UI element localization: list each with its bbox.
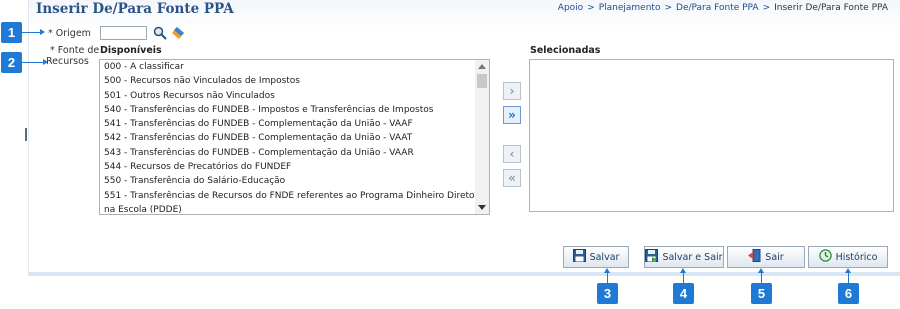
history-clock-icon [818,249,832,265]
breadcrumb-separator: > [587,3,595,13]
scrollbar-thumb[interactable] [477,74,487,88]
breadcrumb-link-de-para-fonte-ppa[interactable]: De/Para Fonte PPA [676,3,759,13]
origem-label: * Origem [48,28,91,39]
page-title: Inserir De/Para Fonte PPA [36,1,234,17]
breadcrumb: Apoio > Planejamento > De/Para Fonte PPA > Ins… [558,3,888,13]
history-button-label: Histórico [835,251,878,263]
breadcrumb-separator: > [762,3,771,13]
annotation-arrow-6 [848,272,849,283]
annotation-marker-2: 2 [1,52,22,73]
scroll-up-icon[interactable] [478,64,486,69]
save-and-exit-button-label: Salvar e Sair [662,251,723,263]
annotation-arrow-2 [22,62,45,63]
history-button[interactable]: Histórico [808,246,888,268]
floppy-disk-icon [572,249,586,265]
fonte-recursos-label: * Fonte de [50,45,100,56]
scroll-down-icon[interactable] [478,205,486,210]
remove-selected-button[interactable]: ‹ [503,145,521,163]
breadcrumb-link-planejamento[interactable]: Planejamento [599,3,661,13]
floppy-disk-exit-icon [645,249,659,265]
annotation-arrow-1 [22,32,41,33]
list-item[interactable]: 544 - Recursos de Precatórios do FUNDEF [104,160,478,174]
search-icon[interactable] [153,26,167,43]
available-list-title: Disponíveis [100,45,162,56]
annotation-marker-4: 4 [673,283,694,304]
list-item[interactable]: 000 - A classificar [104,60,478,74]
add-all-button[interactable]: » [503,106,521,124]
annotation-arrowhead-1 [40,29,45,35]
available-list-scrollbar[interactable] [475,60,489,214]
save-button-label: Salvar [589,251,620,263]
list-item[interactable]: 540 - Transferências do FUNDEB - Imposto… [104,103,478,117]
annotation-arrow-4 [683,272,684,283]
breadcrumb-link-apoio[interactable]: Apoio [558,3,583,13]
panel-edge-marker [25,128,27,141]
exit-button-label: Sair [765,251,784,263]
add-selected-button[interactable]: › [503,82,521,100]
annotation-marker-3: 3 [597,283,618,304]
list-item[interactable]: 500 - Recursos não Vinculados de Imposto… [104,74,478,88]
door-exit-icon [748,249,761,265]
annotation-arrow-5 [761,272,762,283]
list-item[interactable]: 501 - Outros Recursos não Vinculados [104,89,478,103]
available-list: 000 - A classificar 500 - Recursos não V… [100,60,478,214]
exit-button[interactable]: Sair [727,246,805,268]
breadcrumb-separator: > [664,3,673,13]
remove-all-button[interactable]: « [503,169,521,187]
save-and-exit-button[interactable]: Salvar e Sair [644,246,724,268]
origem-input[interactable] [100,26,147,40]
breadcrumb-current: Inserir De/Para Fonte PPA [774,3,888,13]
selected-list-title: Selecionadas [530,45,601,56]
annotation-marker-6: 6 [838,283,859,304]
annotation-arrow-3 [607,272,608,283]
list-item[interactable]: 542 - Transferências do FUNDEB - Complem… [104,131,478,145]
fonte-recursos-label-line2: Recursos [46,56,89,67]
list-item[interactable]: 550 - Transferência do Salário-Educação [104,174,478,188]
selected-listbox[interactable] [529,59,894,212]
annotation-marker-5: 5 [751,283,772,304]
save-button[interactable]: Salvar [563,246,629,268]
available-listbox[interactable]: 000 - A classificar 500 - Recursos não V… [99,59,490,215]
list-item[interactable]: 551 - Transferências de Recursos do FNDE… [104,189,478,214]
list-item[interactable]: 541 - Transferências do FUNDEB - Complem… [104,117,478,131]
list-item[interactable]: 543 - Transferências do FUNDEB - Complem… [104,146,478,160]
annotation-marker-1: 1 [1,22,22,43]
eraser-icon[interactable] [171,26,186,43]
